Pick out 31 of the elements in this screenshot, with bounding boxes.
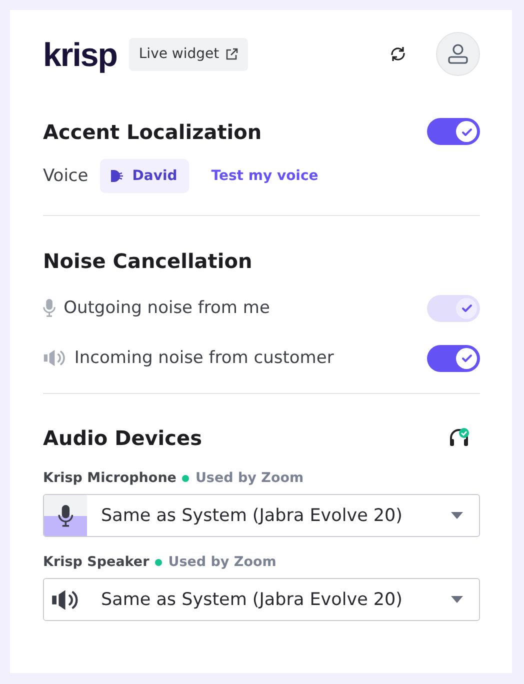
device-status: Used by Zoom	[168, 554, 276, 570]
voice-chip[interactable]: David	[100, 159, 190, 193]
test-voice-link[interactable]: Test my voice	[211, 168, 318, 184]
voice-label: Voice	[43, 166, 88, 186]
microphone-icon	[43, 299, 56, 317]
caret-icon	[451, 512, 463, 519]
section-title: Audio Devices	[43, 426, 202, 450]
device-name: Krisp Speaker	[43, 554, 150, 570]
headset-check-icon	[448, 428, 470, 448]
live-widget-button[interactable]: Live widget	[128, 38, 248, 70]
device-select[interactable]: Same as System (Jabra Evolve 20)	[43, 578, 480, 621]
logo: krisp	[43, 38, 117, 70]
user-icon	[447, 43, 469, 65]
section-title: Noise Cancellation	[43, 249, 254, 273]
refresh-icon[interactable]	[388, 44, 408, 64]
section-title: Accent Localization	[43, 120, 262, 144]
voice-icon	[110, 169, 124, 183]
external-link-icon	[225, 48, 238, 60]
avatar-button[interactable]	[436, 32, 480, 76]
device-select[interactable]: Same as System (Jabra Evolve 20)	[43, 494, 480, 537]
toggle-switch[interactable]	[427, 344, 480, 372]
noise-option-label: Incoming noise from customer	[74, 348, 334, 368]
speaker-icon	[43, 349, 66, 367]
input-meter-fill	[44, 516, 87, 536]
toggle-switch[interactable]	[427, 118, 480, 145]
microphone-icon	[58, 504, 74, 526]
caret-icon	[451, 596, 463, 603]
device-status: Used by Zoom	[195, 470, 304, 486]
speaker-icon	[51, 588, 80, 610]
noise-option-label: Outgoing noise from me	[64, 298, 270, 318]
device-name: Krisp Microphone	[43, 470, 176, 486]
